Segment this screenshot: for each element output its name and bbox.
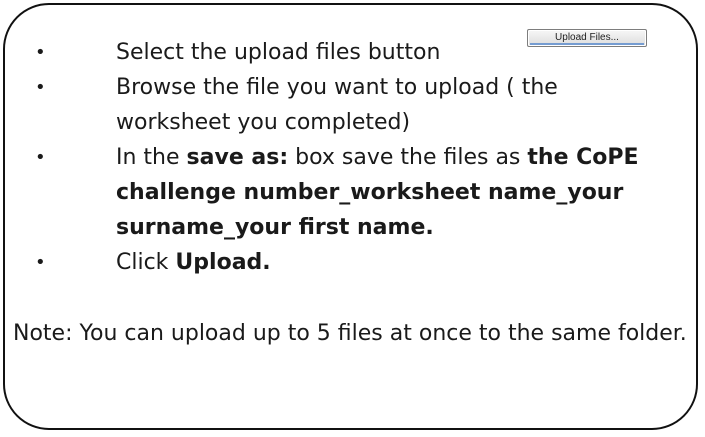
bullet-icon: •	[35, 252, 46, 273]
step-text: Select the upload files button	[116, 40, 441, 65]
step-prefix: Click	[116, 250, 176, 275]
instruction-card: Upload Files... • Select the upload file…	[3, 3, 698, 430]
bullet-icon: •	[35, 77, 46, 98]
step-middle: box save the files as	[288, 145, 528, 170]
instruction-list: • Select the upload files button • Brows…	[5, 35, 695, 280]
instruction-step-select-upload: • Select the upload files button	[5, 35, 695, 70]
instruction-step-click-upload: • Click Upload.	[5, 245, 695, 280]
bullet-icon: •	[35, 147, 46, 168]
upload-note: Note: You can upload up to 5 files at on…	[13, 321, 687, 346]
save-as-emphasis: save as:	[186, 145, 289, 170]
bullet-icon: •	[35, 42, 46, 63]
step-prefix: In the	[116, 145, 187, 170]
instruction-step-browse-file: • Browse the file you want to upload ( t…	[5, 70, 695, 140]
instruction-step-save-as: • In the save as: box save the files as …	[5, 140, 695, 245]
step-text: Browse the file you want to upload ( the…	[116, 75, 558, 135]
upload-emphasis: Upload.	[175, 250, 271, 275]
